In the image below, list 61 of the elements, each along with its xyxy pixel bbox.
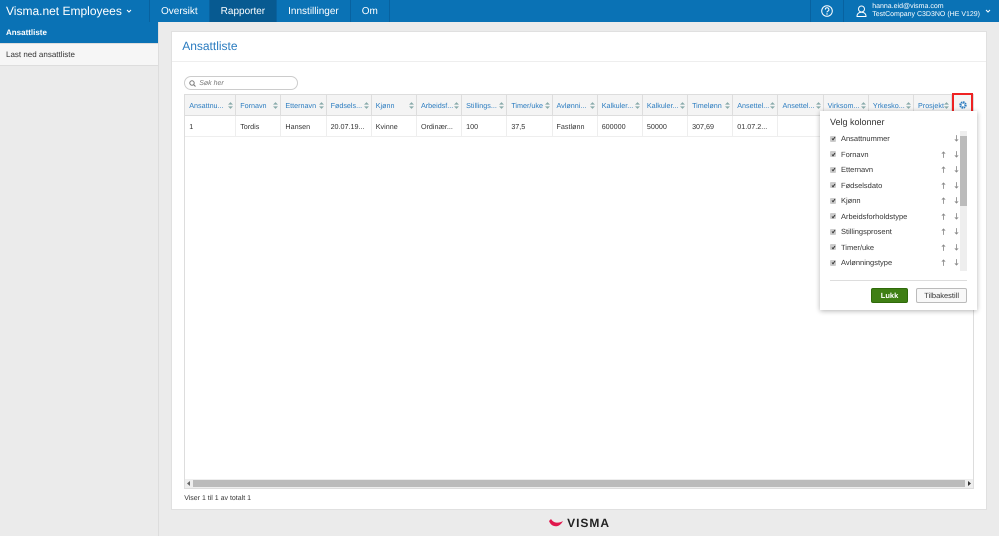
arrow-down-icon[interactable] — [954, 244, 958, 251]
checkbox[interactable] — [830, 166, 836, 173]
help-icon[interactable] — [821, 5, 834, 17]
checkbox[interactable] — [830, 198, 836, 204]
search-icon — [189, 80, 196, 87]
arrow-down-icon[interactable] — [954, 135, 958, 142]
nav-tab[interactable]: Innstillinger — [277, 0, 351, 22]
arrow-up-icon[interactable] — [940, 166, 946, 174]
sort-icon — [816, 102, 821, 108]
arrow-down-icon[interactable] — [954, 166, 958, 174]
arrow-up-icon[interactable] — [940, 228, 946, 236]
nav-tab[interactable]: Om — [350, 0, 390, 22]
settings-icon — [958, 101, 966, 109]
sort-icon — [680, 102, 686, 108]
user-icon[interactable] — [856, 5, 868, 17]
sort-icon — [634, 102, 640, 108]
checkbox[interactable] — [830, 182, 836, 188]
nav-tab[interactable]: Rapporter — [210, 0, 278, 22]
arrow-down-icon[interactable] — [954, 212, 958, 220]
horizontal-scrollbar[interactable] — [193, 480, 965, 487]
sort-icon — [273, 102, 278, 108]
sort-icon — [906, 102, 911, 108]
sort-icon — [944, 102, 949, 108]
sort-icon — [364, 102, 369, 108]
checkbox[interactable] — [830, 213, 836, 220]
checkbox[interactable] — [830, 228, 836, 235]
page-title: Ansattliste — [172, 32, 986, 62]
checkbox[interactable] — [830, 244, 836, 250]
arrow-up-icon[interactable] — [940, 244, 946, 251]
sort-icon — [725, 102, 730, 108]
sidebar-item[interactable]: Ansattliste — [0, 22, 158, 44]
sort-icon — [590, 102, 595, 108]
checkbox[interactable] — [830, 136, 836, 142]
checkbox[interactable] — [830, 260, 836, 266]
sort-icon — [318, 102, 324, 108]
sort-icon — [228, 102, 234, 108]
arrow-down-icon[interactable] — [954, 228, 958, 236]
arrow-up-icon[interactable] — [940, 259, 946, 266]
sort-icon — [860, 102, 866, 108]
arrow-up-icon[interactable] — [940, 197, 946, 204]
brand-name: VISMA — [567, 516, 610, 530]
vertical-scrollbar[interactable] — [960, 131, 967, 271]
sidebar-item[interactable]: Last ned ansattliste — [0, 44, 158, 66]
arrow-up-icon[interactable] — [940, 182, 946, 189]
checkbox[interactable] — [830, 151, 836, 158]
sort-icon — [499, 102, 504, 108]
chevron-down-icon — [126, 9, 132, 13]
popup-title: Velg kolonner — [830, 117, 886, 127]
arrow-down-icon[interactable] — [954, 197, 958, 204]
sort-icon — [544, 102, 550, 108]
arrow-down-icon[interactable] — [954, 259, 958, 266]
chevron-down-icon[interactable] — [985, 9, 991, 13]
sort-icon — [454, 102, 460, 108]
arrow-down-icon[interactable] — [954, 150, 958, 158]
arrow-up-icon[interactable] — [940, 150, 946, 158]
sort-icon — [408, 102, 414, 108]
logo-icon — [548, 518, 564, 528]
scroll-right-icon[interactable] — [967, 481, 971, 486]
arrow-up-icon[interactable] — [940, 212, 946, 220]
sort-icon — [770, 102, 776, 108]
arrow-down-icon[interactable] — [954, 182, 958, 189]
